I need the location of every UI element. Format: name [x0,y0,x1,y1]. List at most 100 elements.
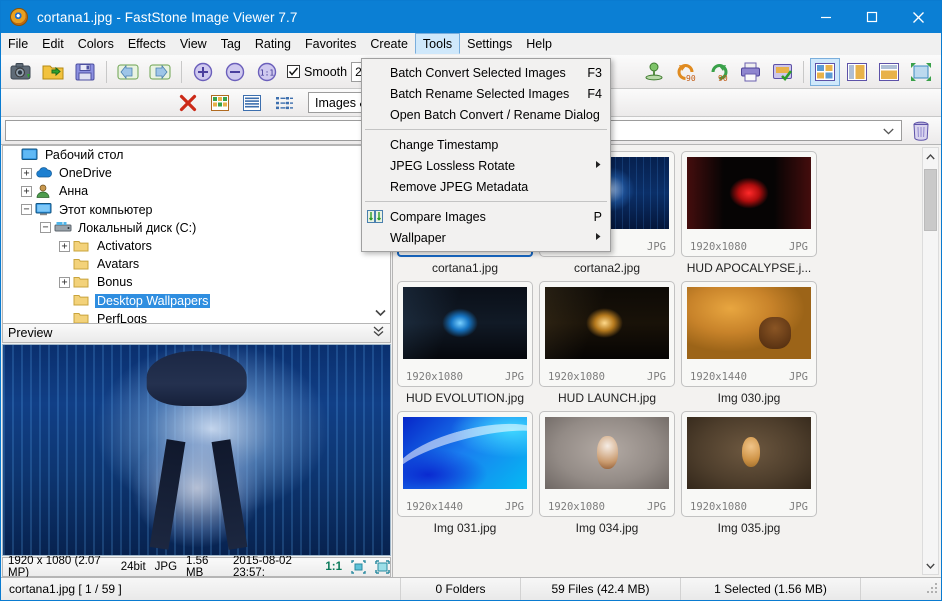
menu-tag[interactable]: Tag [214,33,248,54]
tree-item-desktop-wallpapers[interactable]: Desktop Wallpapers [3,292,390,310]
list-view-icon[interactable] [269,89,299,117]
rotate-right-icon[interactable]: 90 [703,58,733,86]
delete-red-x-icon[interactable] [173,89,203,117]
thumbnail-item[interactable]: 1920x1440 JPG Img 030.jpg [681,281,817,405]
tree-scroll-down-icon[interactable] [374,309,387,321]
open-folder-icon[interactable] [38,58,68,86]
resize-grip[interactable] [926,583,938,595]
expand-icon[interactable]: + [21,167,32,179]
menu-edit[interactable]: Edit [35,33,71,54]
thumbnail-frame[interactable]: 1920x1080 JPG [539,281,675,387]
thumbnail-frame[interactable]: 1920x1080 JPG [397,281,533,387]
thumbnail-dimensions: 1920x1080 [548,501,605,513]
fit-window-icon[interactable] [351,560,366,574]
thumbnail-item[interactable]: 1920x1080 JPG HUD APOCALYPSE.j... [681,151,817,275]
next-image-icon[interactable] [145,58,175,86]
fullscreen-icon[interactable] [906,58,936,86]
menu-item-open-batch-dialog[interactable]: Open Batch Convert / Rename Dialog [362,104,610,125]
thumbnail-item[interactable]: 1920x1080 JPG Img 034.jpg [539,411,675,535]
tree-item-activators[interactable]: + Activators [3,237,390,255]
menu-create[interactable]: Create [363,33,415,54]
thumbnail-format: JPG [789,371,808,383]
menu-file[interactable]: File [1,33,35,54]
expand-icon[interactable]: + [21,185,32,197]
collapse-icon[interactable]: − [21,204,32,216]
menu-item-batch-rename[interactable]: Batch Rename Selected Images F4 [362,83,610,104]
menu-rating[interactable]: Rating [248,33,298,54]
scroll-down-icon[interactable] [923,557,938,574]
smooth-checkbox[interactable]: Smooth [287,65,347,79]
thumbnail-meta: 1920x1080 JPG [403,370,527,386]
actual-size-icon[interactable]: 1:1 [252,58,282,86]
thumbnail-item[interactable]: 1920x1080 JPG Img 035.jpg [681,411,817,535]
tree-item-bonus[interactable]: + Bonus [3,273,390,291]
screen-capture-icon[interactable] [6,58,36,86]
thumbnail-filename: HUD LAUNCH.jpg [557,391,657,405]
expand-icon[interactable]: + [59,276,70,288]
thumbnail-frame[interactable]: 1920x1080 JPG [681,411,817,517]
detail-list-icon[interactable] [237,89,267,117]
scrollbar-thumb[interactable] [924,169,937,231]
tree-item-local-disk-c[interactable]: − Локальный диск (C:) [3,219,390,237]
menu-view[interactable]: View [173,33,214,54]
double-chevron-down-icon[interactable] [372,326,385,340]
print-icon[interactable] [735,58,765,86]
slideshow-icon[interactable] [639,58,669,86]
tree-item-perflogs[interactable]: PerfLogs [3,310,390,323]
thumbnail-frame[interactable]: 1920x1080 JPG [681,151,817,257]
previous-image-icon[interactable] [113,58,143,86]
thumbnail-item[interactable]: 1920x1080 JPG HUD LAUNCH.jpg [539,281,675,405]
left-panel: Рабочий стол + OneDrive + Анна − Этот ко… [1,145,393,579]
thumbnail-frame[interactable]: 1920x1440 JPG [397,411,533,517]
save-icon[interactable] [70,58,100,86]
thumbnail-grid-icon[interactable] [205,89,235,117]
menu-tools[interactable]: Tools [414,33,461,54]
rotate-left-icon[interactable]: 90 [671,58,701,86]
tree-item-anna[interactable]: + Анна [3,182,390,200]
tree-item-onedrive[interactable]: + OneDrive [3,164,390,182]
filmstrip-top-icon[interactable] [874,58,904,86]
zoom-out-icon[interactable] [220,58,250,86]
menu-colors[interactable]: Colors [71,33,121,54]
collapse-icon[interactable]: − [40,222,51,234]
thumbnail-frame[interactable]: 1920x1440 JPG [681,281,817,387]
menu-item-jpeg-lossless-rotate[interactable]: JPEG Lossless Rotate [362,155,610,176]
chevron-down-icon[interactable] [883,124,894,138]
smooth-checkbox-box[interactable] [287,65,300,78]
tree-item-this-pc[interactable]: − Этот компьютер [3,201,390,219]
preview-image[interactable] [2,344,391,556]
menu-settings[interactable]: Settings [460,33,519,54]
menu-item-label: Remove JPEG Metadata [390,179,529,194]
thumbnail-view-icon[interactable] [810,57,840,86]
tree-item-desktop[interactable]: Рабочий стол [3,146,390,164]
menu-help[interactable]: Help [519,33,559,54]
menu-item-wallpaper[interactable]: Wallpaper [362,227,610,248]
menu-item-change-timestamp[interactable]: Change Timestamp [362,134,610,155]
tree-item-avatars[interactable]: Avatars [3,255,390,273]
actual-pixels-icon[interactable] [375,560,390,574]
zoom-in-icon[interactable] [188,58,218,86]
thumbnail-dimensions: 1920x1440 [690,371,747,383]
scroll-up-icon[interactable] [923,148,938,165]
filmstrip-left-icon[interactable] [842,58,872,86]
menu-item-compare-images[interactable]: Compare Images P [362,206,610,227]
thumbnail-format: JPG [505,501,524,513]
maximize-button[interactable] [849,1,895,33]
edit-in-editor-icon[interactable] [767,58,797,86]
menu-effects[interactable]: Effects [121,33,173,54]
menu-item-remove-jpeg-metadata[interactable]: Remove JPEG Metadata [362,176,610,197]
scrollbar-track[interactable] [923,165,938,557]
folder-tree[interactable]: Рабочий стол + OneDrive + Анна − Этот ко… [2,145,391,324]
menu-item-batch-convert[interactable]: Batch Convert Selected Images F3 [362,62,610,83]
thumbnail-item[interactable]: 1920x1440 JPG Img 031.jpg [397,411,533,535]
folder-icon [73,239,91,254]
expand-icon[interactable]: + [59,240,70,252]
thumbnail-format: JPG [505,371,524,383]
close-button[interactable] [895,1,941,33]
thumbnail-scrollbar[interactable] [922,147,939,575]
recycle-bin-icon[interactable] [906,117,936,145]
thumbnail-frame[interactable]: 1920x1080 JPG [539,411,675,517]
minimize-button[interactable] [803,1,849,33]
thumbnail-item[interactable]: 1920x1080 JPG HUD EVOLUTION.jpg [397,281,533,405]
menu-favorites[interactable]: Favorites [298,33,363,54]
